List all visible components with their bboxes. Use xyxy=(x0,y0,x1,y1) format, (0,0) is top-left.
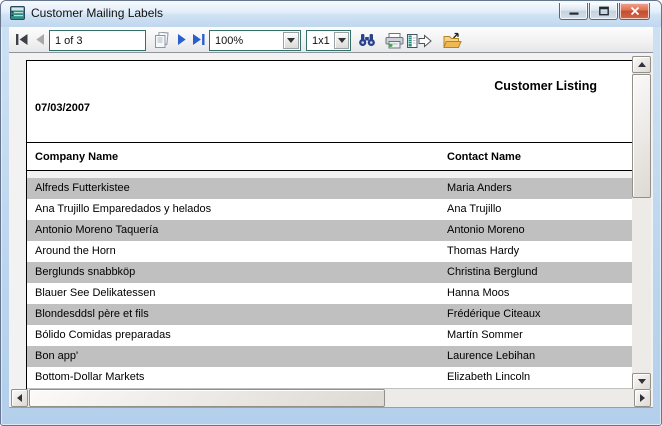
table-row: Blauer See Delikatessen Hanna Moos xyxy=(27,283,634,304)
table-row: Alfreds Futterkistee Maria Anders xyxy=(27,178,634,199)
titlebar[interactable]: Customer Mailing Labels xyxy=(1,1,661,27)
app-icon xyxy=(10,6,25,20)
arrow-right-icon xyxy=(640,394,645,402)
table-row: Around the Horn Thomas Hardy xyxy=(27,241,634,262)
first-page-button[interactable] xyxy=(15,34,29,45)
last-page-button[interactable] xyxy=(192,34,206,45)
company-cell: Blondesddsl père et fils xyxy=(35,304,149,325)
page-layout-combobox[interactable]: 1x1 xyxy=(306,30,351,51)
company-cell: Bólido Comidas preparadas xyxy=(35,325,171,346)
pages-button[interactable] xyxy=(152,32,171,49)
binoculars-icon xyxy=(358,33,376,47)
previous-page-button[interactable] xyxy=(35,34,45,45)
zoom-dropdown-button[interactable] xyxy=(283,32,299,49)
company-cell: Bon app' xyxy=(35,346,78,367)
find-button[interactable] xyxy=(358,33,376,47)
contact-cell: Hanna Moos xyxy=(447,283,509,304)
horizontal-scrollbar[interactable] xyxy=(11,389,651,407)
report-preview-window: Customer Mailing Labels 1 of 3 xyxy=(0,0,662,426)
zoom-value: 100% xyxy=(215,35,243,47)
arrow-left-icon xyxy=(17,394,22,402)
company-cell: Berglunds snabbköp xyxy=(35,262,135,283)
contact-cell: Frédérique Citeaux xyxy=(447,304,541,325)
close-button[interactable] xyxy=(619,3,650,20)
table-row: Berglunds snabbköp Christina Berglund xyxy=(27,262,634,283)
chevron-down-icon xyxy=(338,38,346,43)
previous-page-icon xyxy=(35,34,45,45)
company-cell: Alfreds Futterkistee xyxy=(35,178,130,199)
vertical-scrollbar-thumb[interactable] xyxy=(632,74,651,198)
printer-icon xyxy=(385,33,404,49)
column-header-company: Company Name xyxy=(35,143,118,171)
arrow-down-icon xyxy=(638,379,646,384)
column-header-row: Company Name Contact Name xyxy=(27,143,634,171)
next-page-icon xyxy=(177,34,187,45)
company-cell: Ana Trujillo Emparedados y helados xyxy=(35,199,211,220)
table-row: Blondesddsl père et fils Frédérique Cite… xyxy=(27,304,634,325)
column-header-contact: Contact Name xyxy=(447,143,521,171)
vertical-scrollbar[interactable] xyxy=(632,56,651,390)
contact-cell: Maria Anders xyxy=(447,178,512,199)
open-button[interactable] xyxy=(443,32,462,49)
company-cell: Around the Horn xyxy=(35,241,116,262)
scroll-up-button[interactable] xyxy=(632,56,651,73)
table-row: Bon app' Laurence Lebihan xyxy=(27,346,634,367)
caption-buttons xyxy=(559,3,650,20)
table-row: Ana Trujillo Emparedados y helados Ana T… xyxy=(27,199,634,220)
horizontal-scrollbar-thumb[interactable] xyxy=(29,389,385,407)
contact-cell: Martín Sommer xyxy=(447,325,523,346)
contact-cell: Antonio Moreno xyxy=(447,220,525,241)
pages-icon xyxy=(152,32,171,49)
table-row: Bottom-Dollar Markets Elizabeth Lincoln xyxy=(27,367,634,388)
scroll-down-button[interactable] xyxy=(632,373,651,390)
close-icon xyxy=(630,7,639,16)
maximize-icon xyxy=(599,7,609,16)
scroll-right-button[interactable] xyxy=(634,389,651,407)
next-page-button[interactable] xyxy=(177,34,187,45)
report-header-band: Customer Listing 07/03/2007 xyxy=(27,60,634,143)
export-icon xyxy=(407,33,432,49)
report-title: Customer Listing xyxy=(494,79,597,93)
company-cell: Antonio Moreno Taquería xyxy=(35,220,158,241)
zoom-combobox[interactable]: 100% xyxy=(209,30,301,51)
page-indicator-text: 1 of 3 xyxy=(55,35,83,47)
page-layout-dropdown-button[interactable] xyxy=(334,32,349,49)
arrow-up-icon xyxy=(638,62,646,67)
company-cell: Blauer See Delikatessen xyxy=(35,283,155,304)
page-number-field[interactable]: 1 of 3 xyxy=(49,30,146,51)
chevron-down-icon xyxy=(287,38,295,43)
report-rows: Alfreds Futterkistee Maria Anders Ana Tr… xyxy=(27,178,634,390)
report-date: 07/03/2007 xyxy=(35,102,90,114)
company-cell: Bottom-Dollar Markets xyxy=(35,367,144,388)
toolbar: 1 of 3 100% 1x1 xyxy=(9,27,653,53)
contact-cell: Laurence Lebihan xyxy=(447,346,535,367)
window-title: Customer Mailing Labels xyxy=(31,6,163,20)
contact-cell: Christina Berglund xyxy=(447,262,538,283)
page-layout-value: 1x1 xyxy=(312,35,330,47)
contact-cell: Ana Trujillo xyxy=(447,199,501,220)
minimize-icon xyxy=(569,7,578,16)
print-button[interactable] xyxy=(385,33,404,49)
report-page: Customer Listing 07/03/2007 Company Name… xyxy=(26,60,634,390)
scroll-left-button[interactable] xyxy=(11,389,28,407)
contact-cell: Elizabeth Lincoln xyxy=(447,367,530,388)
contact-cell: Thomas Hardy xyxy=(447,241,519,262)
maximize-button[interactable] xyxy=(589,3,618,20)
last-page-icon xyxy=(192,34,206,45)
table-row: Antonio Moreno Taquería Antonio Moreno xyxy=(27,220,634,241)
minimize-button[interactable] xyxy=(559,3,588,20)
export-button[interactable] xyxy=(407,33,432,49)
folder-arrow-icon xyxy=(443,32,462,49)
table-row: Bólido Comidas preparadas Martín Sommer xyxy=(27,325,634,346)
preview-area: Customer Listing 07/03/2007 Company Name… xyxy=(9,53,653,408)
first-page-icon xyxy=(15,34,29,45)
